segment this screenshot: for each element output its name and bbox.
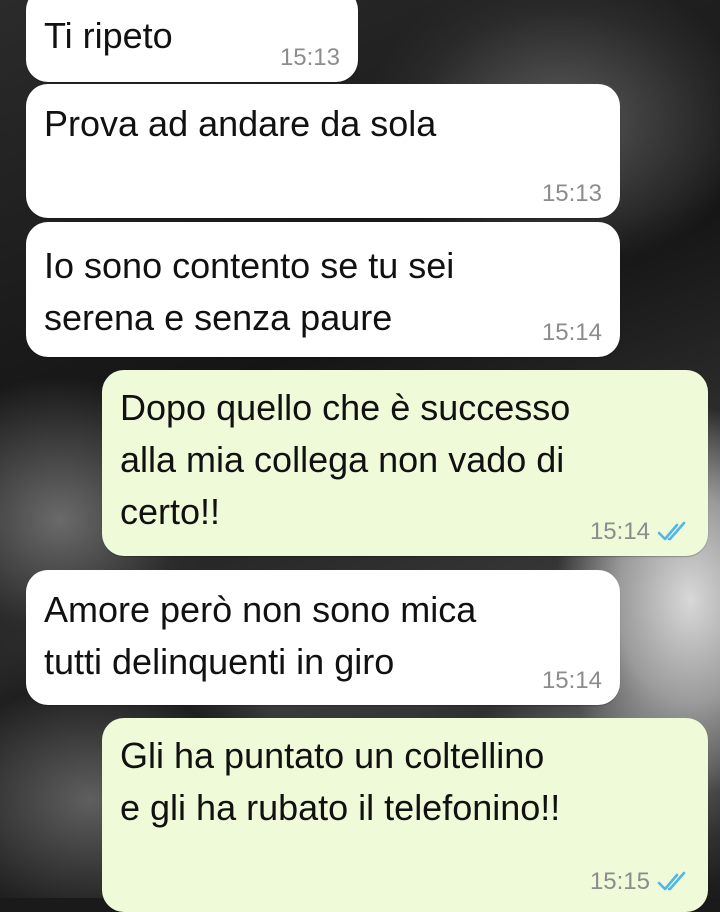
message-meta: 15:14	[590, 518, 690, 546]
incoming-message-bubble[interactable]: Prova ad andare da sola 15:13	[26, 84, 620, 218]
message-meta: 15:14	[542, 667, 602, 695]
message-meta: 15:13	[280, 44, 340, 72]
message-text: Prova ad andare da sola	[44, 103, 437, 144]
outgoing-message-bubble[interactable]: Gli ha puntato un coltellino e gli ha ru…	[102, 718, 708, 912]
incoming-message-bubble[interactable]: Amore però non sono mica tutti delinquen…	[26, 570, 620, 705]
read-double-check-icon	[657, 521, 686, 541]
message-text: Io sono contento se tu sei serena e senz…	[44, 245, 455, 338]
message-text: Dopo quello che è successo alla mia coll…	[120, 387, 571, 532]
message-timestamp: 15:13	[279, 44, 340, 71]
incoming-message-bubble[interactable]: Ti ripeto 15:13	[26, 0, 358, 82]
message-timestamp: 15:14	[541, 667, 602, 694]
message-meta: 15:14	[542, 319, 602, 347]
message-timestamp: 15:15	[589, 868, 650, 895]
read-double-check-icon	[657, 871, 686, 891]
message-timestamp: 15:14	[541, 319, 602, 346]
incoming-message-bubble[interactable]: Io sono contento se tu sei serena e senz…	[26, 222, 620, 357]
message-timestamp: 15:13	[541, 180, 602, 207]
message-timestamp: 15:14	[589, 518, 650, 545]
outgoing-message-bubble[interactable]: Dopo quello che è successo alla mia coll…	[102, 370, 708, 556]
message-meta: 15:13	[542, 180, 602, 208]
message-meta: 15:15	[590, 868, 690, 896]
message-text: Amore però non sono mica tutti delinquen…	[44, 589, 477, 682]
message-text: Gli ha puntato un coltellino e gli ha ru…	[120, 735, 561, 828]
